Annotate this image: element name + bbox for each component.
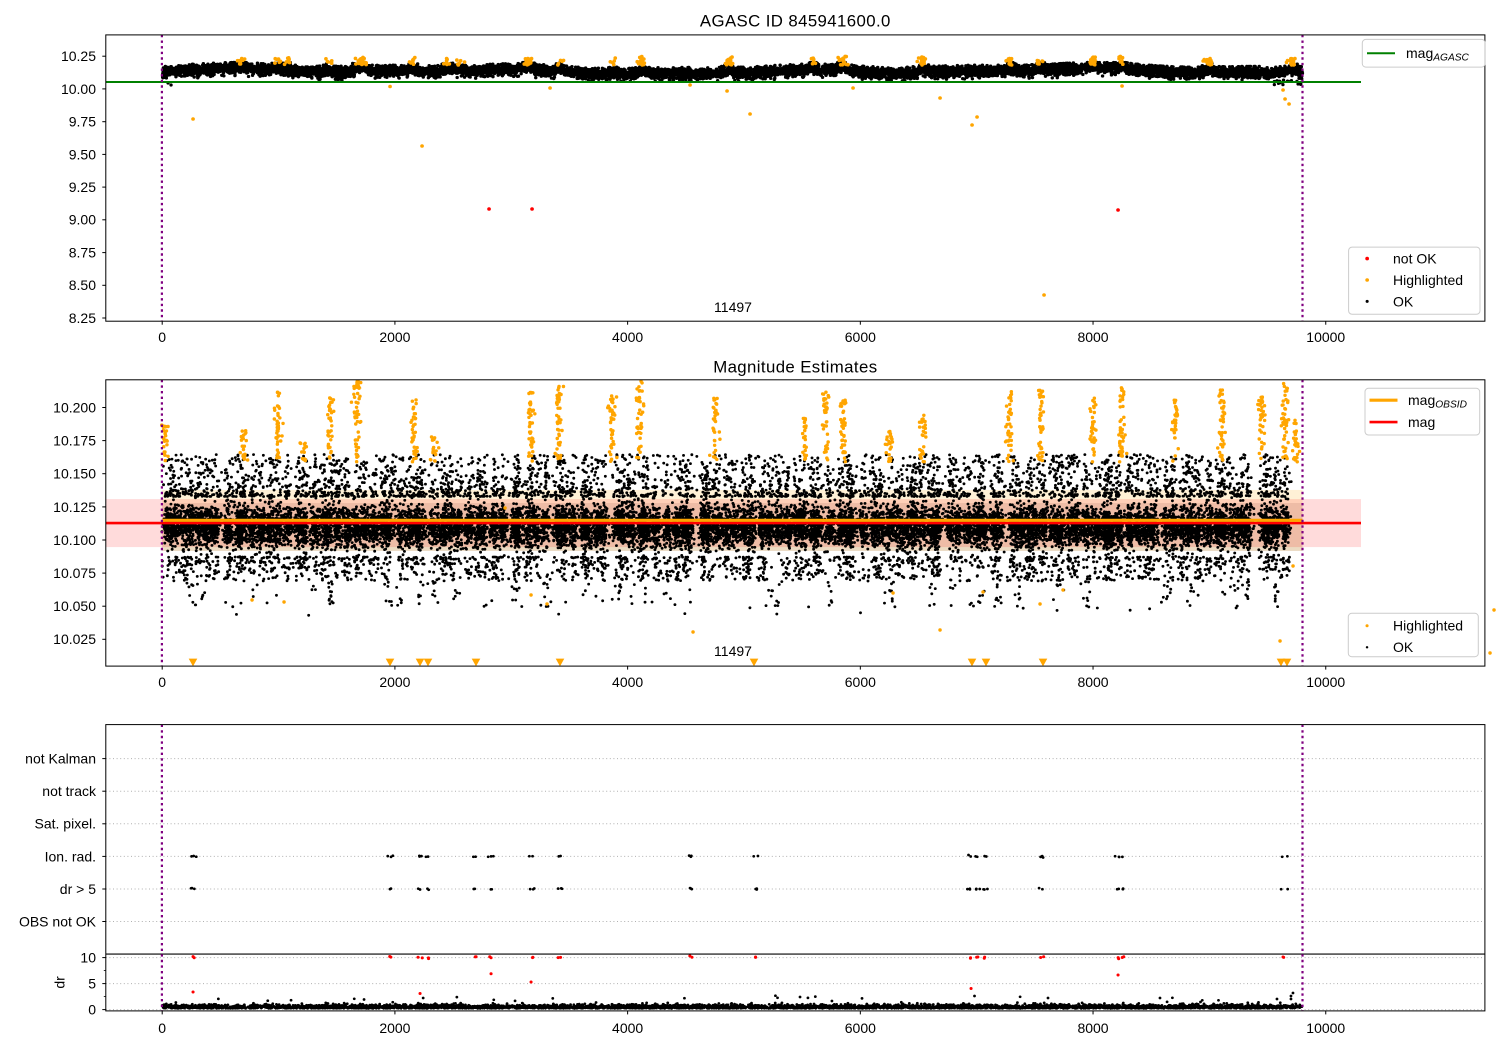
svg-text:10.200: 10.200 bbox=[53, 399, 96, 415]
svg-text:9.00: 9.00 bbox=[69, 212, 96, 228]
svg-text:2000: 2000 bbox=[379, 674, 410, 690]
svg-text:Highlighted: Highlighted bbox=[1393, 618, 1463, 634]
svg-text:0: 0 bbox=[158, 674, 166, 690]
svg-text:6000: 6000 bbox=[845, 674, 876, 690]
svg-text:2000: 2000 bbox=[379, 329, 410, 345]
svg-text:0: 0 bbox=[158, 1020, 166, 1036]
svg-text:4000: 4000 bbox=[612, 1020, 643, 1036]
svg-text:Sat. pixel.: Sat. pixel. bbox=[35, 816, 96, 832]
svg-text:OK: OK bbox=[1393, 639, 1414, 655]
svg-text:10.075: 10.075 bbox=[53, 565, 96, 581]
svg-text:not OK: not OK bbox=[1393, 251, 1437, 267]
svg-text:OK: OK bbox=[1393, 293, 1414, 309]
svg-text:11497: 11497 bbox=[714, 299, 752, 315]
svg-text:10.175: 10.175 bbox=[53, 433, 96, 449]
svg-text:AGASC ID 845941600.0: AGASC ID 845941600.0 bbox=[700, 12, 891, 31]
svg-text:8.25: 8.25 bbox=[69, 310, 96, 326]
svg-text:9.75: 9.75 bbox=[69, 114, 96, 130]
svg-text:4000: 4000 bbox=[612, 329, 643, 345]
svg-text:dr > 5: dr > 5 bbox=[60, 881, 96, 897]
svg-text:4000: 4000 bbox=[612, 674, 643, 690]
svg-text:9.25: 9.25 bbox=[69, 179, 96, 195]
svg-text:dr: dr bbox=[51, 976, 67, 989]
svg-text:9.50: 9.50 bbox=[69, 146, 96, 162]
svg-text:8000: 8000 bbox=[1077, 674, 1108, 690]
svg-text:10.025: 10.025 bbox=[53, 631, 96, 647]
svg-text:10.150: 10.150 bbox=[53, 466, 96, 482]
svg-text:8000: 8000 bbox=[1077, 329, 1108, 345]
svg-text:10.25: 10.25 bbox=[61, 48, 96, 64]
svg-text:5: 5 bbox=[88, 976, 96, 992]
svg-text:mag: mag bbox=[1408, 414, 1435, 430]
svg-text:6000: 6000 bbox=[845, 1020, 876, 1036]
svg-text:8.75: 8.75 bbox=[69, 245, 96, 261]
svg-text:OBS not OK: OBS not OK bbox=[19, 913, 97, 929]
svg-text:not track: not track bbox=[42, 783, 97, 799]
svg-text:10000: 10000 bbox=[1306, 1020, 1345, 1036]
svg-text:8000: 8000 bbox=[1077, 1020, 1108, 1036]
svg-text:10.100: 10.100 bbox=[53, 532, 96, 548]
svg-text:10: 10 bbox=[80, 950, 96, 966]
svg-text:0: 0 bbox=[158, 329, 166, 345]
svg-text:Highlighted: Highlighted bbox=[1393, 272, 1463, 288]
svg-text:11497: 11497 bbox=[714, 643, 752, 659]
svg-text:not Kalman: not Kalman bbox=[25, 751, 96, 767]
svg-text:10000: 10000 bbox=[1306, 674, 1345, 690]
svg-text:10.050: 10.050 bbox=[53, 598, 96, 614]
svg-text:Ion. rad.: Ion. rad. bbox=[45, 848, 96, 864]
svg-text:6000: 6000 bbox=[845, 329, 876, 345]
svg-text:Magnitude Estimates: Magnitude Estimates bbox=[713, 358, 877, 377]
svg-text:2000: 2000 bbox=[379, 1020, 410, 1036]
svg-text:0: 0 bbox=[88, 1002, 96, 1018]
svg-text:10000: 10000 bbox=[1306, 329, 1345, 345]
svg-text:10.00: 10.00 bbox=[61, 81, 96, 97]
svg-text:8.50: 8.50 bbox=[69, 277, 96, 293]
svg-text:10.125: 10.125 bbox=[53, 499, 96, 515]
